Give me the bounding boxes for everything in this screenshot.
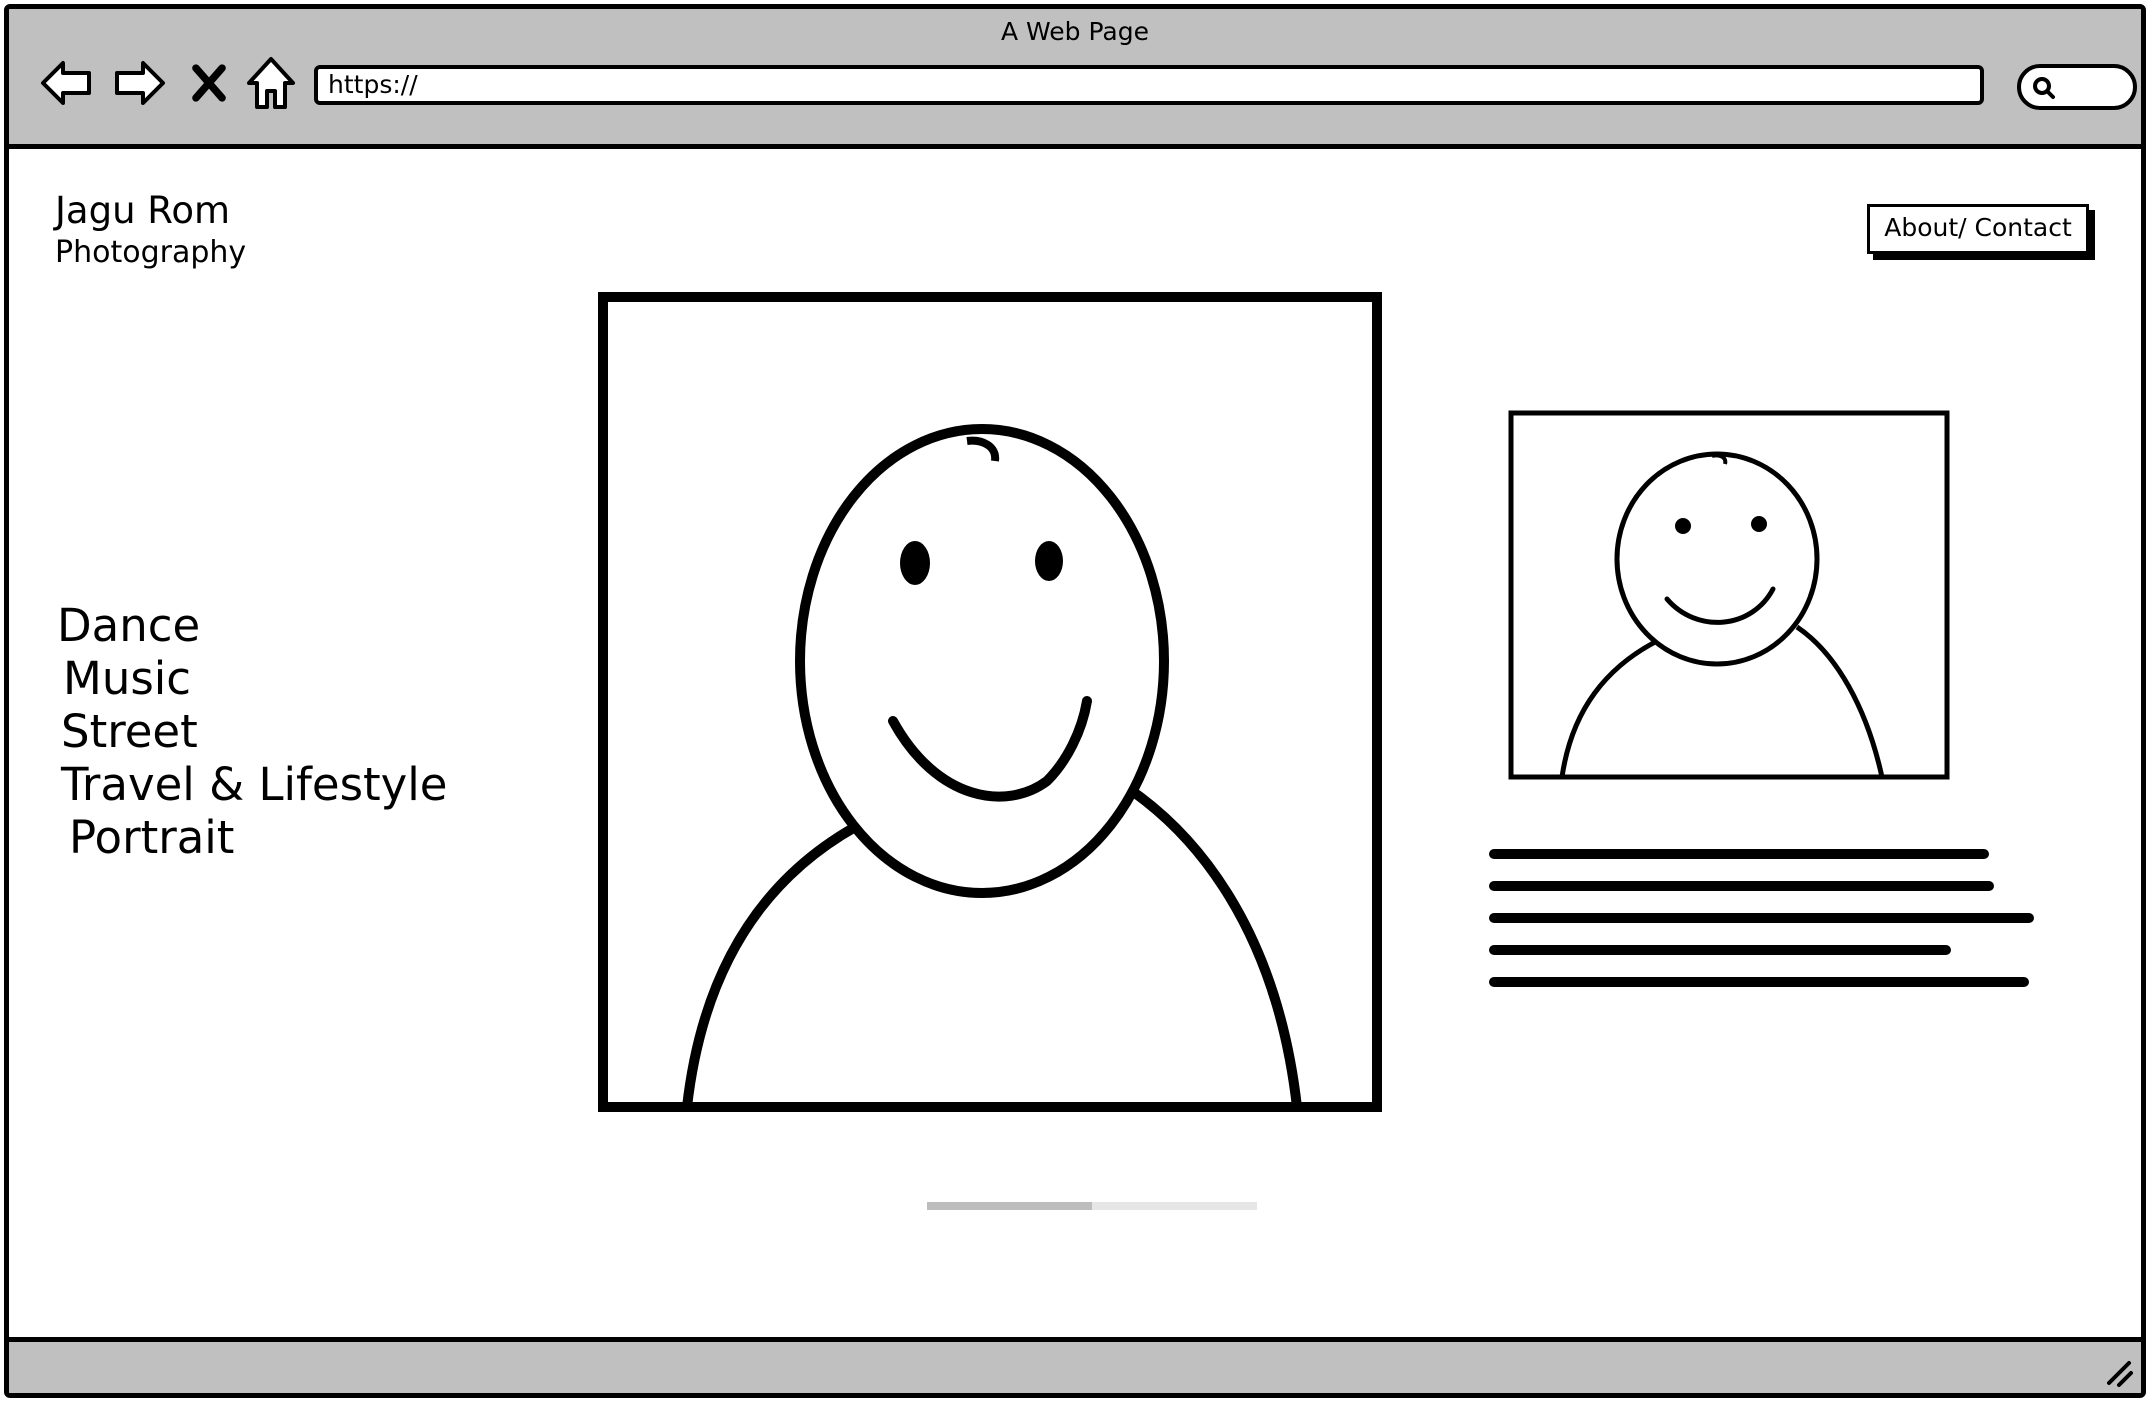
placeholder-text-block <box>1489 849 2049 1029</box>
browser-chrome: A Web Page https:// <box>9 9 2141 149</box>
category-music[interactable]: Music <box>57 652 447 705</box>
category-dance[interactable]: Dance <box>57 599 447 652</box>
search-icon <box>2033 77 2055 99</box>
main-photo-placeholder[interactable] <box>597 291 1383 1113</box>
smiley-person-image <box>598 292 1382 1112</box>
smiley-person-image <box>1508 410 1950 780</box>
page-content: Jagu Rom Photography About/ Contact Danc… <box>9 149 2141 1337</box>
side-photo-placeholder[interactable] <box>1507 409 1951 781</box>
carousel-progress-fill <box>927 1202 1092 1210</box>
browser-window: A Web Page https:// Jagu Rom Photography… <box>4 4 2146 1398</box>
brand-subtitle: Photography <box>55 235 247 270</box>
category-list: Dance Music Street Travel & Lifestyle Po… <box>57 599 447 864</box>
category-portrait[interactable]: Portrait <box>57 811 447 864</box>
about-contact-button[interactable]: About/ Contact <box>1867 204 2089 254</box>
brand-name: Jagu Rom <box>55 189 231 232</box>
category-travel-lifestyle[interactable]: Travel & Lifestyle <box>57 758 447 811</box>
back-arrow-icon[interactable] <box>37 53 97 113</box>
carousel-progress <box>927 1202 1257 1210</box>
url-bar[interactable]: https:// <box>314 65 1984 105</box>
window-title: A Web Page <box>1000 17 1150 46</box>
search-box[interactable] <box>2017 64 2137 110</box>
stop-x-icon[interactable] <box>181 53 237 113</box>
resize-grip-icon[interactable] <box>2099 1353 2135 1389</box>
status-bar <box>9 1337 2141 1393</box>
category-street[interactable]: Street <box>57 705 447 758</box>
home-icon[interactable] <box>241 53 301 113</box>
forward-arrow-icon[interactable] <box>109 53 169 113</box>
